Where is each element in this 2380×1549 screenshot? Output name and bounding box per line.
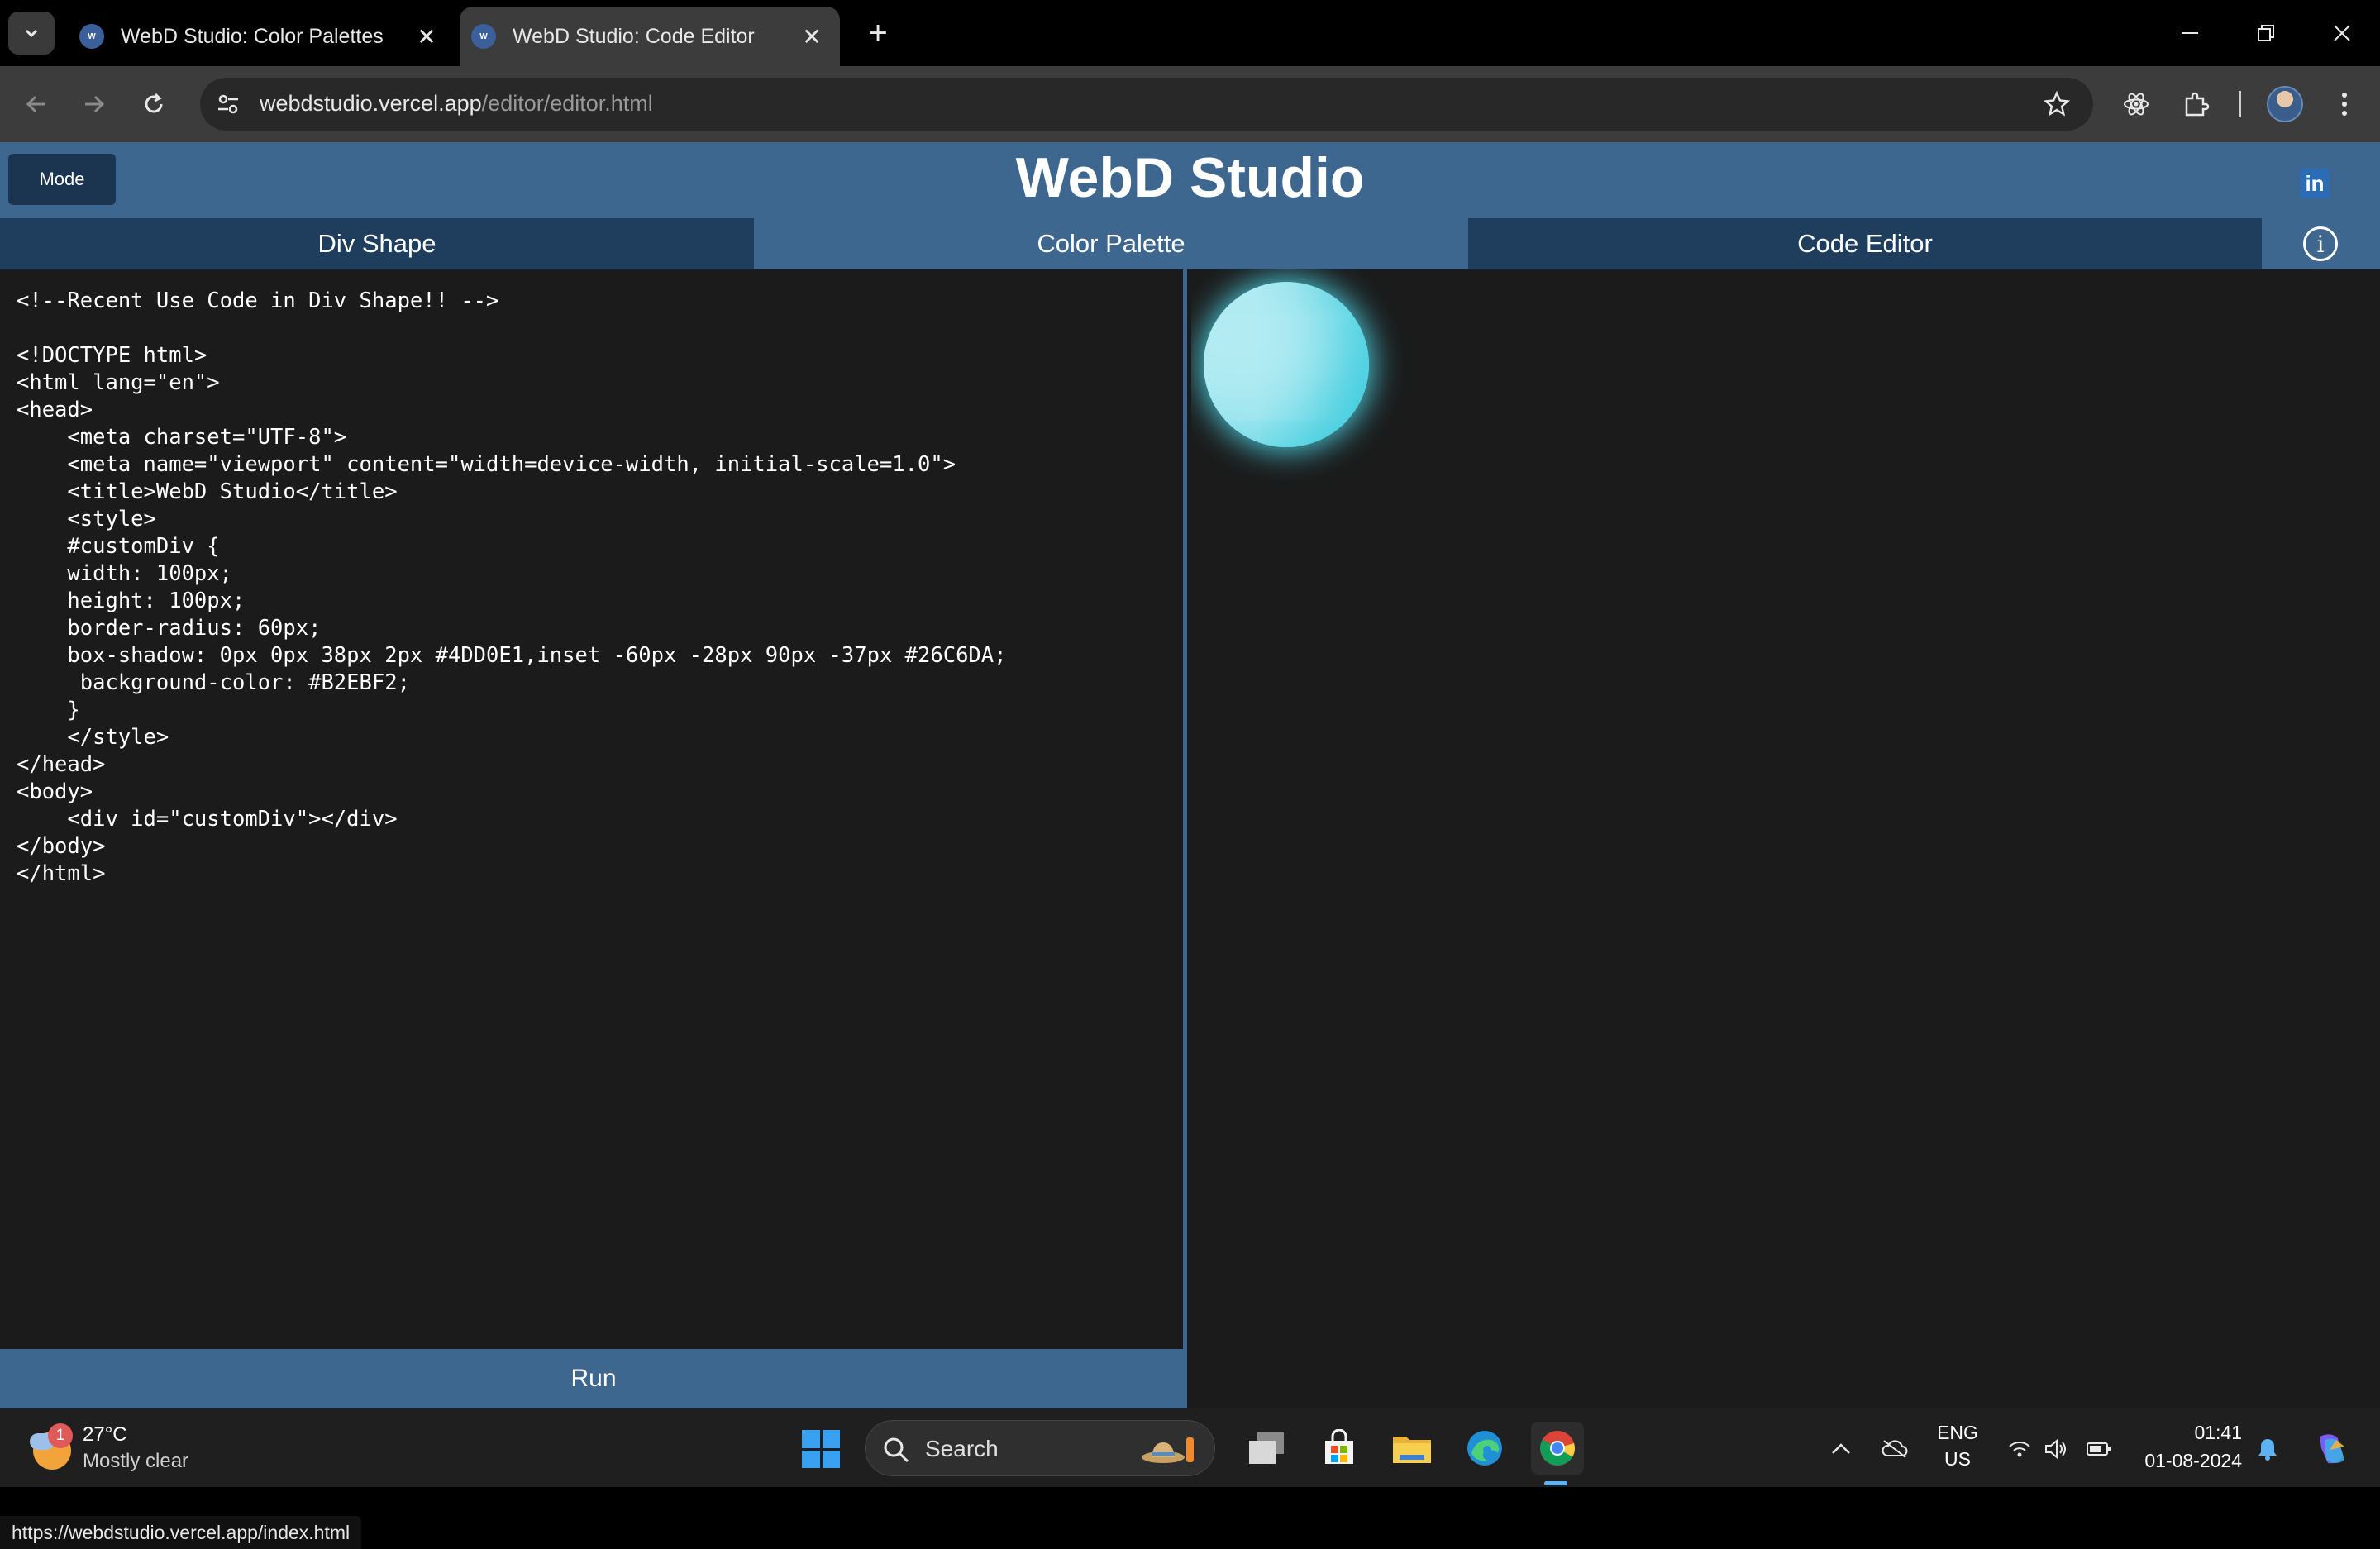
react-devtools-extension-icon[interactable] [2116, 84, 2156, 124]
restore-button[interactable] [2245, 15, 2287, 51]
microsoft-edge-icon[interactable] [1458, 1422, 1511, 1475]
custom-div-preview [1204, 282, 1369, 447]
tab-title: WebD Studio: Color Palettes [121, 24, 384, 48]
close-tab-icon[interactable]: ✕ [410, 23, 443, 50]
microsoft-store-icon[interactable] [1313, 1422, 1366, 1475]
close-window-button[interactable] [2321, 15, 2363, 51]
code-editor-pane[interactable]: <!--Recent Use Code in Div Shape!! --> <… [0, 269, 1187, 1408]
preview-output-pane [1191, 269, 2380, 1408]
code-editor-textarea[interactable]: <!--Recent Use Code in Div Shape!! --> <… [17, 288, 1006, 888]
address-bar[interactable]: webdstudio.vercel.app/editor/editor.html [200, 78, 2093, 131]
minimize-icon [2182, 32, 2198, 34]
start-button-windows-icon[interactable] [802, 1430, 840, 1468]
reload-icon [145, 93, 163, 113]
active-app-indicator [1544, 1481, 1567, 1485]
new-tab-button[interactable]: + [860, 15, 896, 51]
arrow-left-icon [26, 95, 45, 113]
minimize-button[interactable] [2169, 15, 2211, 51]
file-explorer-icon[interactable] [1386, 1422, 1438, 1475]
show-hidden-icons-chevron-up-icon[interactable] [1827, 1435, 1855, 1463]
browser-tab-color-palettes[interactable]: W WebD Studio: Color Palettes ✕ [68, 7, 455, 66]
tab-title: WebD Studio: Code Editor [513, 24, 755, 48]
webd-favicon-icon: W [79, 24, 104, 49]
url-host: webdstudio.vercel.app [260, 91, 482, 116]
info-icon[interactable]: i [2303, 226, 2338, 261]
browser-toolbar: webdstudio.vercel.app/editor/editor.html [0, 66, 2380, 142]
webd-favicon-icon: W [471, 24, 496, 49]
profile-avatar[interactable] [2267, 86, 2303, 122]
wifi-icon[interactable] [2006, 1435, 2034, 1463]
reload-button[interactable] [134, 84, 174, 124]
app-title: WebD Studio [1015, 146, 1365, 209]
toolbar-separator [2239, 91, 2241, 117]
webd-studio-page: WebD Studio Mode in Div Shape Color Pale… [0, 142, 2380, 1549]
task-view-icon[interactable] [1240, 1422, 1293, 1475]
linkedin-icon[interactable]: in [2300, 169, 2330, 198]
taskbar-search-box[interactable]: Search [865, 1420, 1215, 1476]
extensions-puzzle-icon[interactable] [2176, 84, 2215, 124]
bookmark-star-icon[interactable] [2040, 88, 2073, 121]
url-text: webdstudio.vercel.app/editor/editor.html [260, 91, 653, 117]
browser-menu-button[interactable] [2325, 84, 2364, 124]
windows-taskbar: 1 27°C Mostly clear Search ENG US 01:41 … [0, 1408, 2380, 1487]
nav-tab-color-palette[interactable]: Color Palette [754, 218, 1468, 269]
mode-toggle-button[interactable]: Mode [8, 154, 116, 205]
notification-badge: 1 [48, 1423, 73, 1448]
run-button[interactable]: Run [0, 1349, 1187, 1408]
search-icon [884, 1437, 909, 1463]
clock-date[interactable]: 01-08-2024 [2134, 1450, 2242, 1472]
clock-time[interactable]: 01:41 [2134, 1422, 2242, 1444]
weather-temperature[interactable]: 27°C [83, 1423, 127, 1447]
url-path: /editor/editor.html [481, 91, 653, 116]
nav-tab-div-shape[interactable]: Div Shape [0, 218, 754, 269]
region-indicator[interactable]: US [1931, 1448, 1984, 1470]
arrow-right-icon [85, 95, 105, 113]
battery-icon[interactable] [2085, 1435, 2113, 1463]
tab-search-button[interactable] [8, 12, 55, 55]
browser-tab-code-editor[interactable]: W WebD Studio: Code Editor ✕ [460, 7, 840, 66]
notification-bell-icon[interactable] [2254, 1435, 2282, 1463]
close-tab-icon[interactable]: ✕ [795, 23, 828, 50]
nav-tab-code-editor[interactable]: Code Editor [1468, 218, 2262, 269]
volume-icon[interactable] [2042, 1435, 2070, 1463]
app-header: WebD Studio Mode in [0, 142, 2380, 218]
site-info-icon[interactable] [212, 88, 245, 121]
weather-widget-icon[interactable]: 1 [30, 1423, 79, 1473]
search-highlight-hat-icon [1142, 1437, 1194, 1463]
link-hover-status-url: https://webdstudio.vercel.app/index.html [0, 1516, 362, 1549]
chevron-down-icon [25, 29, 38, 38]
close-icon [2334, 25, 2350, 41]
onedrive-offline-cloud-icon[interactable] [1881, 1435, 1909, 1463]
app-nav: Div Shape Color Palette Code Editor i [0, 218, 2380, 269]
kebab-menu-icon [2342, 93, 2347, 116]
google-chrome-icon[interactable] [1531, 1422, 1584, 1475]
copilot-icon[interactable] [2311, 1430, 2351, 1470]
weather-condition[interactable]: Mostly clear [83, 1450, 188, 1473]
search-label: Search [925, 1436, 999, 1461]
language-indicator[interactable]: ENG [1931, 1422, 1984, 1444]
forward-button[interactable] [74, 84, 114, 124]
restore-icon [2258, 25, 2274, 41]
browser-tab-strip: W WebD Studio: Color Palettes ✕ W WebD S… [0, 0, 2380, 66]
back-button[interactable] [17, 84, 56, 124]
